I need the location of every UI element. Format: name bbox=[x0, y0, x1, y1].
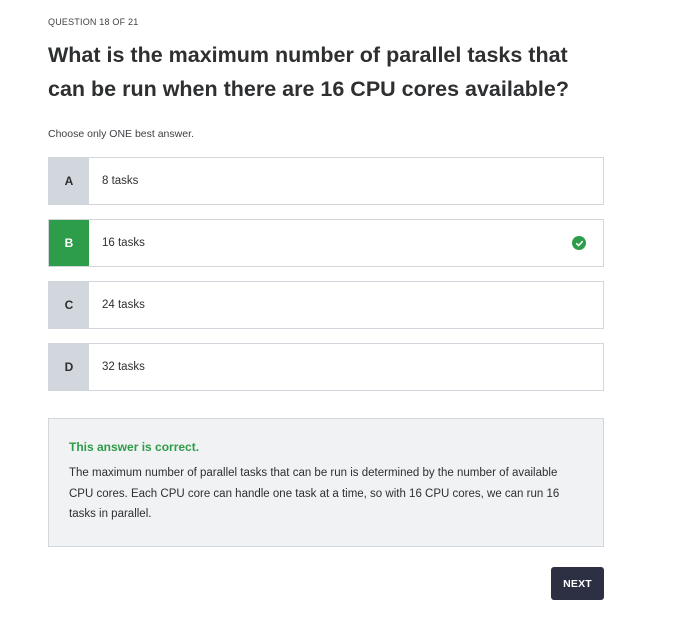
check-circle-icon bbox=[572, 236, 586, 250]
option-a[interactable]: A 8 tasks bbox=[48, 157, 604, 205]
next-button[interactable]: NEXT bbox=[551, 567, 604, 600]
option-text: 16 tasks bbox=[102, 237, 145, 249]
option-b[interactable]: B 16 tasks bbox=[48, 219, 604, 267]
feedback-explanation: The maximum number of parallel tasks tha… bbox=[69, 467, 560, 520]
answer-options: A 8 tasks B 16 tasks C 24 tasks D 32 tas… bbox=[48, 157, 604, 405]
feedback-panel: This answer is correct. The maximum numb… bbox=[48, 418, 604, 547]
option-c[interactable]: C 24 tasks bbox=[48, 281, 604, 329]
option-letter: C bbox=[49, 282, 89, 328]
option-letter: D bbox=[49, 344, 89, 390]
option-letter: B bbox=[49, 220, 89, 266]
option-d[interactable]: D 32 tasks bbox=[48, 343, 604, 391]
question-counter: QUESTION 18 OF 21 bbox=[48, 17, 139, 27]
option-text: 24 tasks bbox=[102, 299, 145, 311]
option-text: 32 tasks bbox=[102, 361, 145, 373]
option-letter: A bbox=[49, 158, 89, 204]
question-text: What is the maximum number of parallel t… bbox=[48, 43, 569, 101]
option-text: 8 tasks bbox=[102, 175, 139, 187]
answer-instruction: Choose only ONE best answer. bbox=[48, 128, 194, 140]
feedback-status: This answer is correct. bbox=[69, 440, 200, 454]
